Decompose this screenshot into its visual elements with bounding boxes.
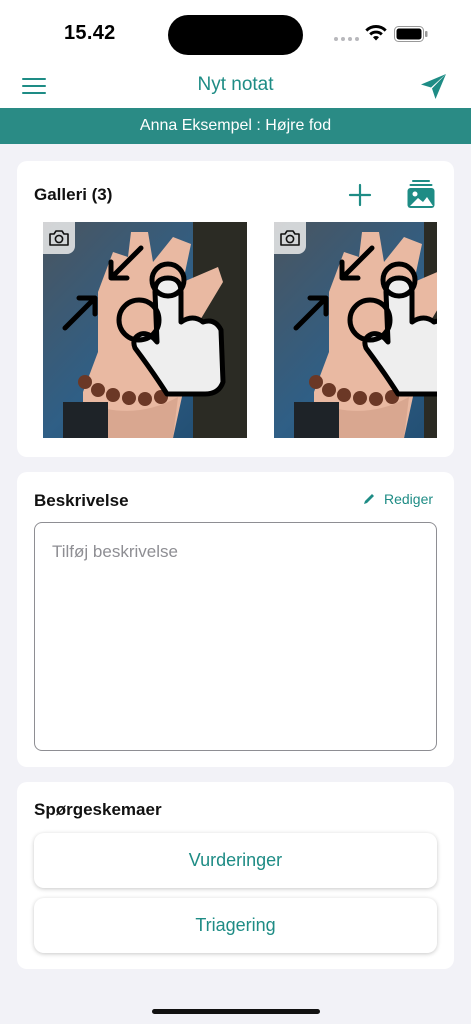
hand-photo-image: [274, 222, 437, 438]
battery-icon: [394, 26, 428, 42]
description-title: Beskrivelse: [34, 491, 129, 510]
home-indicator: [152, 1009, 320, 1014]
gallery-title: Galleri (3): [34, 185, 113, 204]
status-bar: 15.42: [0, 0, 471, 64]
description-textarea[interactable]: Tilføj beskrivelse: [34, 522, 437, 751]
send-icon[interactable]: [418, 70, 450, 102]
pencil-icon: [364, 494, 374, 504]
vurderinger-button[interactable]: Vurderinger: [34, 833, 437, 888]
triagering-button[interactable]: Triagering: [34, 898, 437, 953]
navigation-bar: Nyt notat: [0, 64, 471, 108]
camera-badge: [43, 222, 75, 254]
camera-icon: [49, 230, 69, 246]
camera-badge: [274, 222, 306, 254]
signal-dots-icon: [334, 37, 359, 41]
questionnaires-card: Spørgeskemaer Vurderinger Triagering: [17, 782, 454, 969]
edit-button-label: Rediger: [384, 491, 434, 507]
patient-banner: Anna Eksempel : Højre fod: [0, 108, 471, 144]
status-time: 15.42: [64, 22, 116, 44]
plus-icon[interactable]: [347, 182, 373, 208]
questionnaires-title: Spørgeskemaer: [34, 800, 162, 819]
gallery-card: Galleri (3): [17, 161, 454, 457]
hand-photo-image: [43, 222, 247, 438]
dynamic-island: [168, 15, 303, 55]
page-title: Nyt notat: [197, 74, 274, 95]
gallery-photo[interactable]: [43, 222, 247, 438]
camera-icon: [280, 230, 300, 246]
gallery-photo[interactable]: [274, 222, 437, 438]
description-card: Beskrivelse Rediger Tilføj beskrivelse: [17, 472, 454, 767]
description-placeholder: Tilføj beskrivelse: [52, 542, 178, 561]
edit-button[interactable]: Rediger: [362, 491, 433, 507]
photo-library-icon[interactable]: [407, 179, 435, 209]
wifi-icon: [365, 25, 387, 41]
